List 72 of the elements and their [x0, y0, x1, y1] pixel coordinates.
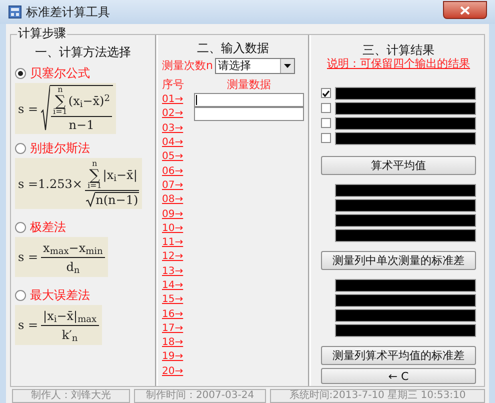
radio-button[interactable] [15, 222, 26, 232]
formula-text: i=1 [53, 108, 68, 116]
action-button[interactable]: 测量列中单次测量的标准差 [321, 251, 476, 270]
checkbox[interactable] [321, 88, 331, 98]
text-caret [196, 95, 197, 106]
row-index-link[interactable]: 19→ [162, 351, 194, 364]
formula-text: s = [18, 100, 38, 118]
formula-text: ∑ [54, 94, 66, 108]
row-index-link[interactable]: 01→ [162, 94, 194, 106]
formula-text: s = [18, 317, 38, 334]
data-input-field[interactable] [194, 107, 304, 122]
status-panel: 制作时间：2007-03-24 [134, 389, 266, 403]
checkbox[interactable] [321, 103, 331, 113]
section-heading: 一、计算方法选择 [34, 45, 132, 59]
data-input-field[interactable] [194, 93, 304, 108]
radio-label[interactable]: 最大误差法 [30, 288, 90, 302]
row-index-link[interactable]: 18→ [162, 337, 194, 350]
radio-button[interactable] [15, 290, 26, 300]
row-index-link[interactable]: 06→ [162, 166, 194, 178]
formula-text: i=1 [87, 182, 102, 190]
field-label: 测量次数n [162, 59, 213, 72]
formula-text: s = [18, 249, 38, 266]
formula-text: d$_{n}$ [66, 259, 80, 275]
column-header: 序号 [162, 78, 185, 91]
row-index-link[interactable]: 14→ [162, 280, 194, 292]
row-index-link[interactable]: 04→ [162, 137, 194, 150]
formula-text: n [92, 160, 98, 168]
formula-text: s =1.253× [18, 176, 82, 192]
row-index-link[interactable]: 05→ [162, 151, 194, 164]
row-index-link[interactable]: 11→ [162, 237, 194, 250]
section-heading: 三、计算结果 [362, 43, 436, 57]
row-index-link[interactable]: 09→ [162, 208, 194, 221]
row-index-link[interactable]: 17→ [162, 322, 194, 335]
formula-text: n [58, 86, 63, 94]
row-index-link[interactable]: 12→ [162, 251, 194, 264]
row-index-link[interactable]: 07→ [162, 180, 194, 192]
row-index-link[interactable]: 16→ [162, 308, 194, 321]
row-index-link[interactable]: 15→ [162, 294, 194, 306]
formula-text: (x$_{i}$−x̄)$^{2}$ [68, 92, 110, 110]
dropdown-arrow-icon [284, 64, 291, 68]
formula-text: k′$_{n}$ [62, 327, 78, 343]
radio-label[interactable]: 别捷尔斯法 [30, 141, 90, 155]
row-index-link[interactable]: 03→ [162, 122, 194, 135]
radio-button[interactable] [15, 68, 26, 78]
formula-text: n(n−1) [96, 193, 138, 207]
radio-label[interactable]: 极差法 [30, 220, 66, 234]
note-text: 说明：可保留四个输出的结果 [326, 57, 471, 70]
close-button[interactable] [443, 1, 487, 19]
formula-text: ∑ [89, 168, 100, 182]
group-title: 计算步骤 [17, 26, 67, 40]
section-heading: 二、输入数据 [196, 41, 270, 55]
checkbox[interactable] [321, 118, 331, 128]
close-icon [460, 6, 470, 14]
radio-label[interactable]: 贝塞尔公式 [30, 66, 90, 80]
row-index-link[interactable]: 08→ [162, 194, 194, 206]
count-select[interactable]: 请选择 [214, 58, 295, 74]
row-index-link[interactable]: 20→ [162, 366, 194, 378]
formula-text: n−1 [68, 118, 94, 132]
radio-button[interactable] [15, 142, 26, 154]
formula-text: |x$_{i}$−x̄|$_{max}$ [43, 308, 97, 325]
row-index-link[interactable]: 13→ [162, 266, 194, 278]
row-index-link[interactable]: 02→ [162, 108, 194, 120]
row-index-link[interactable]: 10→ [162, 222, 194, 235]
column-header: 测量数据 [226, 78, 272, 91]
checkbox[interactable] [321, 133, 331, 143]
app-icon [8, 5, 22, 19]
formula-text: x$_{max}$−x$_{min}$ [43, 240, 103, 257]
action-button[interactable]: 测量列算术平均值的标准差 [321, 346, 476, 365]
window-title: 标准差计算工具 [26, 4, 110, 21]
action-button[interactable]: 算术平均值 [321, 156, 476, 175]
formula-text: |x$_{i}$−x̄| [102, 167, 138, 184]
clear-button[interactable]: ← C [321, 368, 476, 384]
